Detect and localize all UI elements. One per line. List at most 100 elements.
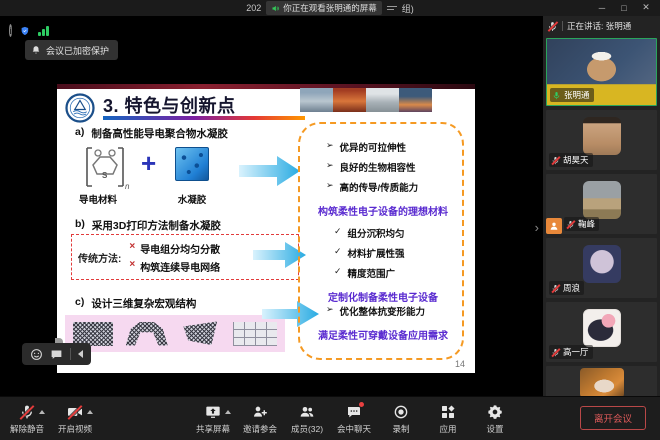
mic-muted-icon: [551, 156, 560, 165]
plus-sign: +: [141, 148, 156, 179]
share-screen-button[interactable]: 共享屏幕: [196, 404, 230, 435]
campus-photo: [300, 88, 333, 112]
traditional-method-label: 传统方法:: [78, 250, 121, 265]
main-area: i 会议已加密保护 3. 特色与创新点: [0, 16, 660, 396]
members-icon: [298, 404, 316, 421]
apps-grid-icon: [439, 404, 457, 421]
campus-photo: [333, 88, 366, 112]
benefit-item: ✓精度范围广: [334, 266, 395, 280]
benefit-item: ➢良好的生物相容性: [326, 160, 416, 174]
section-b-heading: b)采用3D打印方法制备水凝胶: [75, 218, 221, 233]
collapse-left-icon[interactable]: [78, 350, 83, 358]
participant-tile[interactable]: 胡昊天: [546, 110, 657, 170]
participant-name-tag: 高一厅: [549, 345, 593, 359]
mic-options-caret[interactable]: [39, 410, 45, 414]
benefit-item: ➢优异的可拉伸性: [326, 140, 406, 154]
benefit-item: ✓组分沉积均匀: [334, 226, 405, 240]
slide-page-number: 14: [455, 359, 465, 369]
toolbar-left-group: 解除静音 开启视频: [10, 397, 92, 440]
chat-notification-dot: [358, 401, 365, 408]
invite-icon: [251, 404, 269, 421]
info-icon[interactable]: i: [9, 24, 12, 37]
benefits-group-b: ✓组分沉积均匀 ✓材料扩展性强 ✓精度范围广 定制化制备柔性电子设备: [300, 226, 466, 304]
check-bullet: ✓: [334, 246, 342, 260]
invite-button[interactable]: 邀请参会: [243, 404, 277, 435]
quick-chat-icon[interactable]: [50, 348, 63, 361]
check-bullet: ✓: [334, 226, 342, 240]
host-badge-icon: [546, 218, 562, 234]
emoji-reaction-icon[interactable]: [30, 348, 43, 361]
benefit-item: ➢优化整体抗变形能力: [326, 304, 425, 318]
section-a-heading: a)制备高性能导电聚合物水凝胶: [75, 126, 228, 141]
mesh-flat-image: [73, 322, 113, 346]
speaker-icon: [271, 4, 280, 13]
participant-tile[interactable]: 鞠峰: [546, 174, 657, 234]
signal-strength-icon[interactable]: [38, 25, 49, 36]
mic-on-icon: [552, 91, 561, 100]
svg-text:S: S: [102, 171, 108, 180]
cross-bullet: ×: [129, 259, 135, 274]
bottom-toolbar: 解除静音 开启视频 共享屏幕: [0, 396, 660, 440]
minimize-button[interactable]: ─: [592, 0, 612, 15]
participant-tile[interactable]: [546, 366, 657, 398]
traditional-method-item: ×导电组分均匀分散: [129, 241, 220, 256]
mic-muted-icon: [566, 220, 575, 229]
share-options-caret[interactable]: [225, 410, 231, 414]
members-button[interactable]: 成员(32): [290, 404, 324, 435]
campus-photo-strip: [300, 88, 432, 112]
slide-title: 3. 特色与创新点: [103, 92, 236, 118]
participant-tile[interactable]: 高一厅: [546, 302, 657, 362]
avatar: [583, 245, 621, 283]
start-video-button[interactable]: 开启视频: [58, 404, 92, 435]
benefit-item: ➢高的传导/传质能力: [326, 180, 418, 194]
unmute-button[interactable]: 解除静音: [10, 404, 44, 435]
traditional-method-item: ×构筑连续导电网络: [129, 259, 220, 274]
avatar: [580, 368, 624, 398]
avatar: [583, 117, 621, 155]
participants-sidebar: 正在讲话: 张明通 张明通: [543, 16, 660, 396]
arrow-bullet: ➢: [326, 304, 334, 318]
record-icon: [392, 404, 410, 421]
chat-button[interactable]: 会中聊天: [337, 404, 371, 435]
svg-text:n: n: [125, 182, 130, 190]
title-underline: [103, 116, 305, 120]
maximize-button[interactable]: □: [614, 0, 634, 15]
arrow-bullet: ➢: [326, 160, 334, 174]
mic-muted-icon: [551, 348, 560, 357]
presentation-slide: 3. 特色与创新点 a)制备高性能导电聚合物水凝胶: [57, 84, 475, 373]
watching-screen-label: 你正在观看张明通的屏幕: [283, 2, 377, 14]
participant-tile-active[interactable]: 张明通: [546, 38, 657, 106]
apps-button[interactable]: 应用: [431, 404, 465, 435]
meeting-title-suffix: 组): [402, 2, 414, 15]
hydrogel-cube-image: [175, 147, 209, 181]
leave-meeting-button[interactable]: 离开会议: [580, 406, 646, 430]
close-button[interactable]: ✕: [636, 0, 656, 15]
cross-bullet: ×: [129, 241, 135, 256]
mic-muted-icon: [18, 404, 36, 421]
titlebar: 202 你正在观看张明通的屏幕 组) ─ □ ✕: [0, 0, 660, 16]
arrow-bullet: ➢: [326, 180, 334, 194]
polymer-structure-diagram: S n: [79, 144, 131, 190]
conclusion-c: 满足柔性可穿戴设备应用需求: [318, 327, 448, 342]
conclusion-b: 定制化制备柔性电子设备: [328, 289, 438, 304]
meeting-title-prefix: 202: [246, 3, 261, 13]
settings-button[interactable]: 设置: [478, 404, 512, 435]
video-options-caret[interactable]: [87, 410, 93, 414]
participant-name-tag: 张明通: [550, 88, 594, 102]
shield-icon[interactable]: [20, 26, 30, 36]
sidebar-collapse-chevron[interactable]: ›: [535, 221, 539, 234]
record-button[interactable]: 录制: [384, 404, 418, 435]
chat-icon: [345, 404, 363, 421]
mic-muted-icon: [547, 21, 558, 32]
meeting-window: 202 你正在观看张明通的屏幕 组) ─ □ ✕ i 会议已加密保护: [0, 0, 660, 440]
participant-tile[interactable]: 周浪: [546, 238, 657, 298]
window-controls: ─ □ ✕: [592, 0, 656, 15]
shared-screen-area: i 会议已加密保护 3. 特色与创新点: [0, 16, 543, 396]
share-screen-icon: [204, 404, 222, 421]
arrow-bullet: ➢: [326, 140, 334, 154]
avatar: [583, 181, 621, 219]
camera-off-icon: [66, 404, 84, 421]
encryption-tooltip-text: 会议已加密保护: [46, 44, 109, 57]
mesh-bend-image: [126, 322, 168, 346]
participant-name-tag: 胡昊天: [549, 153, 593, 167]
